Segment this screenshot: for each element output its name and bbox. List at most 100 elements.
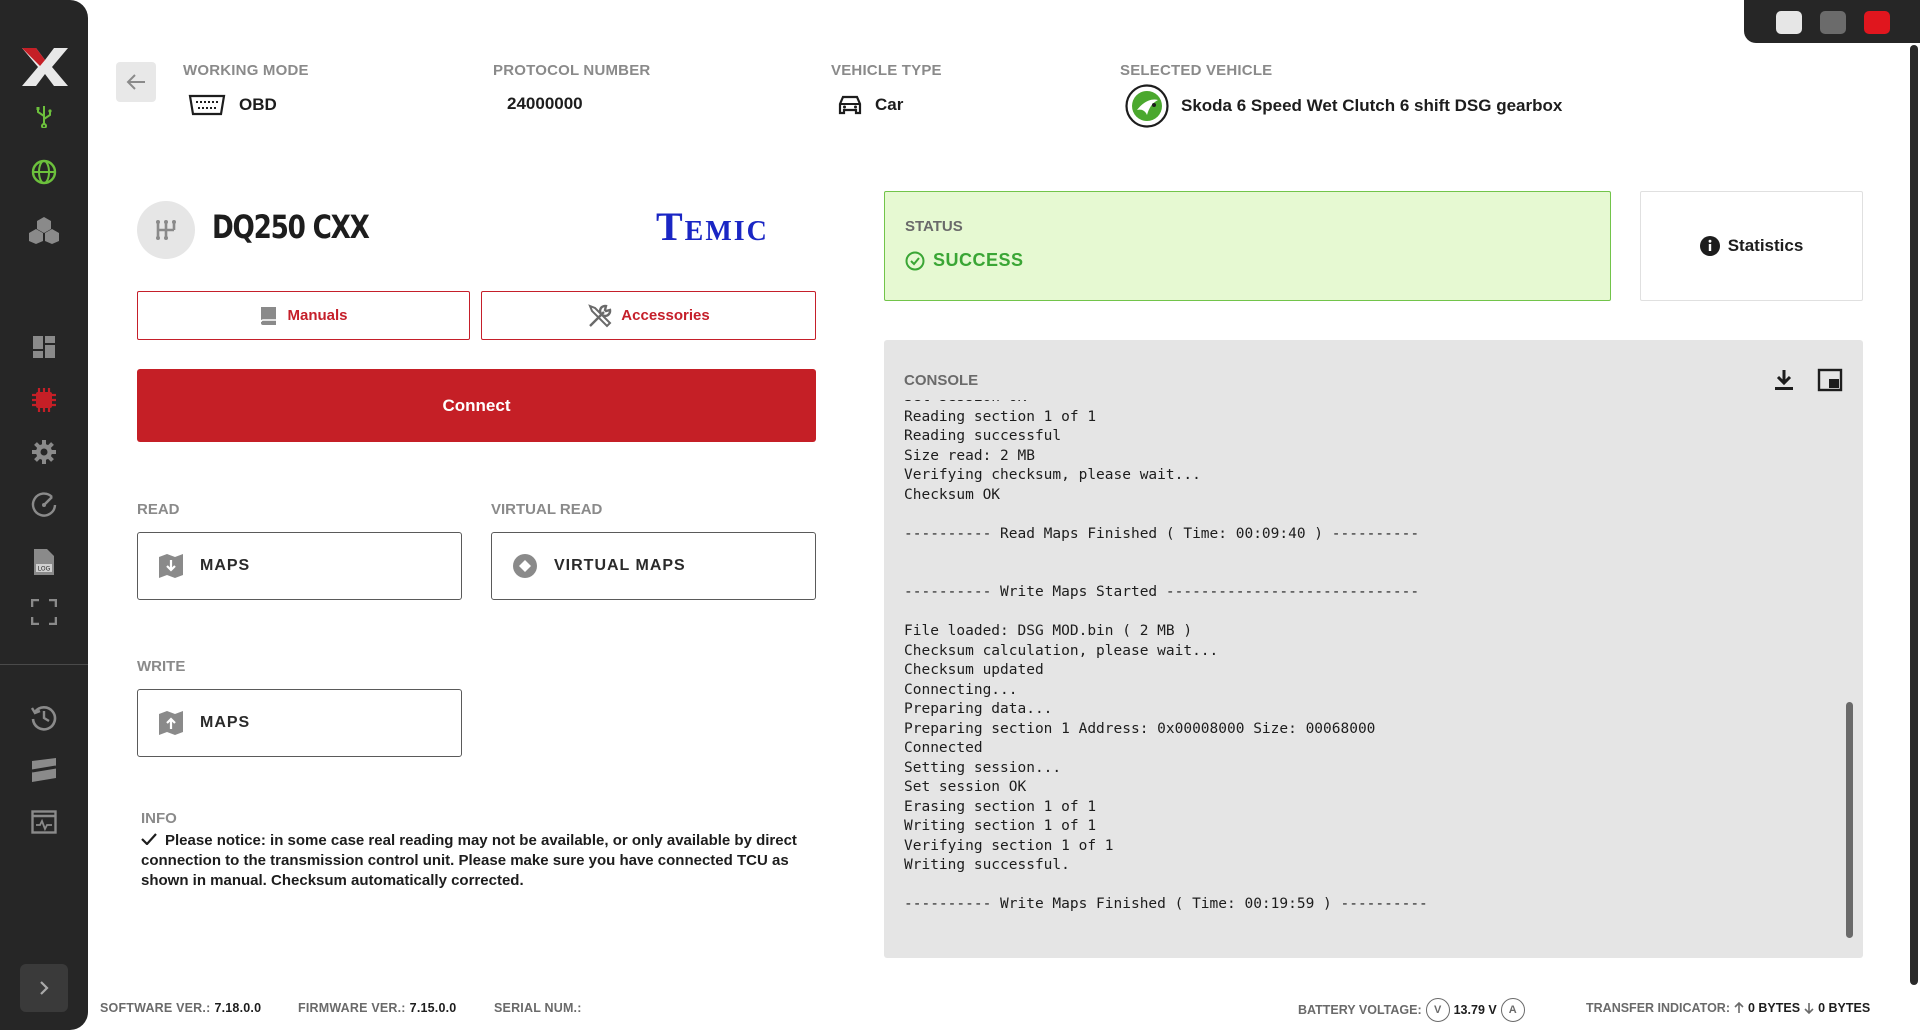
console-line: Reading successful (904, 428, 1062, 444)
svg-text:LOG: LOG (38, 566, 51, 573)
connect-button[interactable]: Connect (137, 369, 816, 442)
sidebar-divider (0, 664, 88, 665)
console-line: Connecting... (904, 681, 1018, 698)
console-line: Preparing data... (904, 701, 1053, 717)
sidebar-expand-button[interactable] (20, 964, 68, 1012)
console-line: Checksum calculation, please wait... (904, 642, 1219, 659)
fullscreen-icon[interactable] (24, 592, 64, 632)
console-line: Set session OK (904, 400, 1428, 408)
info-icon (1699, 236, 1720, 256)
working-mode-text: OBD (239, 95, 277, 114)
skoda-logo-icon (1125, 84, 1169, 128)
arrow-up-icon (1734, 1002, 1744, 1013)
download-icon[interactable] (1773, 368, 1795, 392)
ecu-name: DQ250 CXX (212, 208, 370, 246)
virtual-disc-icon (513, 554, 537, 578)
console-line: File loaded: DSG MOD.bin ( 2 MB ) (904, 623, 1193, 639)
ampere-badge-icon: A (1500, 998, 1525, 1022)
info-label: INFO (141, 810, 177, 827)
check-icon (141, 831, 165, 851)
read-section-label: READ (137, 501, 180, 518)
arrow-down-icon (1804, 1003, 1814, 1014)
chip-icon[interactable] (24, 380, 64, 420)
arrow-left-icon (126, 74, 145, 90)
virtual-read-section-label: VIRTUAL READ (491, 501, 603, 518)
status-label: STATUS (905, 218, 963, 235)
console-lines: Set session OKReading section 1 of 1Read… (904, 400, 1428, 915)
gauge-icon[interactable] (24, 485, 64, 525)
car-icon (838, 95, 862, 115)
selected-vehicle-label: SELECTED VEHICLE (1120, 62, 1273, 79)
console-line: ---------- Read Maps Finished ( Time: 00… (904, 525, 1420, 542)
console-line: Writing successful. (904, 857, 1070, 873)
gear-icon[interactable] (24, 432, 64, 472)
working-mode-label: WORKING MODE (183, 62, 309, 79)
status-text: SUCCESS (933, 250, 1024, 270)
window-minimize-button[interactable] (1776, 11, 1802, 34)
tools-icon (588, 303, 612, 327)
monitor-icon[interactable] (24, 802, 64, 842)
cubes-icon[interactable] (24, 210, 64, 250)
write-maps-label: MAPS (200, 714, 251, 731)
status-value: SUCCESS (905, 250, 1024, 271)
info-text: Please notice: in some case real reading… (141, 832, 797, 889)
history-icon[interactable] (24, 697, 64, 737)
globe-icon[interactable] (24, 152, 64, 192)
statistics-button[interactable]: Statistics (1640, 191, 1863, 301)
software-version-value: 7.18.0.0 (214, 1001, 262, 1015)
popout-window-icon[interactable] (1817, 368, 1843, 392)
transfer-up-value: 0 BYTES (1747, 1001, 1801, 1015)
vehicle-type-label: VEHICLE TYPE (831, 62, 942, 79)
console-line: Writing section 1 of 1 (904, 818, 1097, 834)
usb-icon[interactable] (24, 96, 64, 136)
info-text-block: Please notice: in some case real reading… (141, 831, 821, 891)
software-version-label: SOFTWARE VER.: (100, 1001, 211, 1015)
console-line: ---------- Write Maps Finished ( Time: 0… (904, 896, 1428, 912)
console-line: Verifying section 1 of 1 (904, 837, 1114, 854)
read-maps-button[interactable]: MAPS (137, 532, 462, 600)
selected-vehicle-value: Skoda 6 Speed Wet Clutch 6 shift DSG gea… (1125, 84, 1562, 128)
working-mode-value: OBD (187, 94, 277, 116)
accessories-button[interactable]: Accessories (481, 291, 816, 340)
serial-number-label: SERIAL NUM.: (494, 1001, 582, 1015)
flag-icon[interactable] (24, 750, 64, 790)
obd-connector-icon (188, 94, 226, 116)
log-file-icon[interactable]: LOG (24, 542, 64, 582)
virtual-read-maps-button[interactable]: VIRTUAL MAPS (491, 532, 816, 600)
console-line: Reading section 1 of 1 (904, 408, 1097, 425)
vehicle-type-value: Car (837, 94, 903, 116)
battery-voltage: BATTERY VOLTAGE: V 13.79 V A (1298, 998, 1525, 1022)
console-line: Setting session... (904, 759, 1062, 776)
console-line: Checksum updated (904, 662, 1044, 678)
serial-number: SERIAL NUM.: (494, 1001, 582, 1015)
accessories-label: Accessories (621, 307, 710, 324)
read-maps-label: MAPS (200, 557, 251, 574)
brand-logo: Temic (656, 204, 769, 249)
console-output[interactable]: Set session OKReading section 1 of 1Read… (904, 400, 1804, 940)
transfer-indicator-label: TRANSFER INDICATOR: (1586, 1001, 1730, 1015)
write-section-label: WRITE (137, 658, 186, 675)
console-line: Set session OK (904, 779, 1027, 795)
firmware-version-label: FIRMWARE VER.: (298, 1001, 406, 1015)
write-maps-button[interactable]: MAPS (137, 689, 462, 757)
console-line: Size read: 2 MB (904, 447, 1035, 464)
console-scrollbar[interactable] (1846, 702, 1853, 938)
window-close-button[interactable] (1864, 11, 1890, 34)
statistics-label: Statistics (1727, 236, 1804, 255)
dashboard-icon[interactable] (24, 327, 64, 367)
manuals-button[interactable]: Manuals (137, 291, 470, 340)
window-controls (1744, 0, 1920, 43)
console-label: CONSOLE (904, 372, 979, 389)
manuals-label: Manuals (287, 307, 348, 324)
protocol-number-label: PROTOCOL NUMBER (493, 62, 651, 79)
back-button[interactable] (116, 62, 156, 102)
console-line: Erasing section 1 of 1 (904, 798, 1097, 815)
transfer-down-value: 0 BYTES (1818, 1001, 1871, 1015)
transfer-indicator: TRANSFER INDICATOR: 0 BYTES 0 BYTES (1586, 1001, 1870, 1015)
battery-voltage-value: 13.79 V (1453, 1003, 1497, 1017)
selected-vehicle-text: Skoda 6 Speed Wet Clutch 6 shift DSG gea… (1181, 96, 1563, 115)
page-scrollbar[interactable] (1910, 45, 1918, 985)
window-maximize-button[interactable] (1820, 11, 1846, 34)
